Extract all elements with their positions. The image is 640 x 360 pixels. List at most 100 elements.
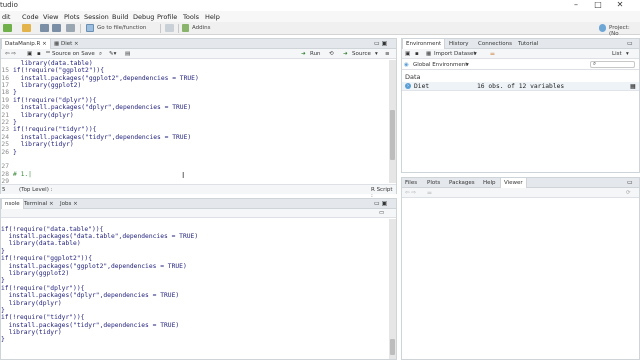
table-icon: ▦ xyxy=(426,51,432,57)
import-dataset-button[interactable]: Import Dataset xyxy=(434,51,476,57)
code-line[interactable]: library(dplyr) xyxy=(13,112,74,119)
clear-console-icon[interactable]: ▭ xyxy=(379,210,384,216)
menu-session[interactable]: Session xyxy=(84,13,109,21)
tab-tutorial[interactable]: Tutorial xyxy=(515,39,541,49)
show-in-window-icon[interactable]: ▣ xyxy=(27,51,32,57)
code-line[interactable]: } xyxy=(13,119,17,126)
save-icon[interactable] xyxy=(40,24,49,32)
tab-history[interactable]: History xyxy=(446,39,472,49)
menu-debug[interactable]: Debug xyxy=(133,13,154,21)
save-workspace-icon[interactable]: ▪ xyxy=(415,51,419,57)
refresh-icon[interactable]: ⟳ xyxy=(626,190,631,196)
tab-files[interactable]: Files xyxy=(402,178,420,188)
menu-help[interactable]: Help xyxy=(205,13,220,21)
open-folder-icon[interactable] xyxy=(22,24,31,32)
new-file-icon[interactable] xyxy=(3,24,12,32)
code-line[interactable]: install.packages("tidyr",dependencies = … xyxy=(13,134,192,141)
rerun-icon[interactable]: ⟲ xyxy=(329,51,334,57)
addins-icon[interactable] xyxy=(182,24,189,32)
save-file-icon[interactable]: ▪ xyxy=(37,51,41,57)
tab-datamanip[interactable]: DataManip.R × xyxy=(1,39,51,49)
run-button[interactable]: Run xyxy=(310,51,321,57)
console-scrollbar-thumb[interactable] xyxy=(390,339,395,355)
chevron-down-icon[interactable]: ▾ xyxy=(466,62,469,68)
code-tools-icon[interactable]: ✎▾ xyxy=(109,51,116,57)
source-on-save-checkbox[interactable] xyxy=(46,51,50,53)
chevron-down-icon[interactable]: ▾ xyxy=(375,51,378,57)
code-line[interactable]: install.packages("dplyr",dependencies = … xyxy=(13,104,192,111)
back-arrow-icon[interactable]: ⇦ ⇨ xyxy=(5,51,16,57)
menu-build[interactable]: Build xyxy=(112,13,128,21)
env-var-name[interactable]: Diet xyxy=(414,83,429,90)
save-all-icon[interactable] xyxy=(52,24,61,32)
menu-view[interactable]: View xyxy=(43,13,58,21)
tab-viewer[interactable]: Viewer xyxy=(500,178,527,188)
back-arrow-icon[interactable]: ⇦ ⇨ xyxy=(405,190,416,196)
close-button[interactable]: ✕ xyxy=(611,0,629,11)
tab-environment[interactable]: Environment xyxy=(402,39,446,49)
tab-help[interactable]: Help xyxy=(480,178,499,188)
environment-search-input[interactable] xyxy=(590,61,635,68)
view-table-icon[interactable]: ▦ xyxy=(630,83,636,90)
code-line[interactable]: library(tidyr) xyxy=(13,141,74,148)
source-button[interactable]: Source xyxy=(352,51,371,57)
menu-profile[interactable]: Profile xyxy=(157,13,177,21)
files-tabs: Files Plots Packages Help Viewer ▭ xyxy=(402,178,639,188)
scope-selector[interactable]: Global Environment xyxy=(413,62,467,68)
code-line[interactable]: if(!require("ggplot2")){ xyxy=(13,67,104,74)
source-on-save-label[interactable]: Source on Save xyxy=(52,51,95,57)
menu-plots[interactable]: Plots xyxy=(64,13,80,21)
tab-plots[interactable]: Plots xyxy=(424,178,443,188)
source-minimize-icon[interactable]: ▭ ▣ xyxy=(371,39,390,49)
code-line-current[interactable]: # 1.| xyxy=(13,171,32,178)
chevron-down-icon[interactable]: ▾ xyxy=(626,51,629,57)
scope-selector[interactable]: (Top Level) : xyxy=(19,187,52,193)
console-subbar: ▭ xyxy=(1,209,396,218)
console-scrollbar[interactable] xyxy=(389,219,396,359)
line-number: 15 xyxy=(1,67,9,74)
tab-terminal[interactable]: Terminal × xyxy=(21,199,57,209)
outline-icon[interactable]: ≡ xyxy=(385,51,390,57)
clear-viewer-icon[interactable]: ⚌ xyxy=(427,190,432,196)
tab-jobs[interactable]: Jobs × xyxy=(57,199,81,209)
console-minimize-icon[interactable]: ▭ ▣ xyxy=(371,199,390,209)
broom-icon[interactable]: ⚌ xyxy=(490,51,495,57)
workspace-panes-icon[interactable] xyxy=(165,24,174,32)
environment-minimize-icon[interactable]: ▭ xyxy=(624,39,636,49)
tab-diet[interactable]: ▦ Diet × xyxy=(51,39,82,49)
code-line[interactable]: install.packages("ggplot2",dependencies … xyxy=(13,75,199,82)
expand-icon[interactable]: › xyxy=(405,83,411,89)
code-line[interactable]: } xyxy=(13,149,17,156)
source-scrollbar-thumb[interactable] xyxy=(390,110,395,160)
menu-bar: dit Code View Plots Session Build Debug … xyxy=(0,11,640,22)
print-icon[interactable] xyxy=(66,24,75,32)
code-line[interactable]: library(ggplot2) xyxy=(13,82,82,89)
project-menu[interactable]: Project: (No xyxy=(609,25,640,37)
tab-connections[interactable]: Connections xyxy=(475,39,515,49)
code-line[interactable]: library(data.table) xyxy=(13,60,93,67)
chevron-down-icon[interactable]: ▾ xyxy=(474,51,477,57)
open-workspace-icon[interactable]: ▣ xyxy=(405,51,410,57)
files-minimize-icon[interactable]: ▭ xyxy=(624,178,636,188)
source-scrollbar[interactable] xyxy=(389,60,396,183)
list-view-selector[interactable]: List xyxy=(612,51,622,57)
search-icon[interactable]: ⌕ xyxy=(99,51,102,58)
menu-tools[interactable]: Tools xyxy=(183,13,199,21)
source-arrow-icon: ➜ xyxy=(343,51,348,57)
goto-file-input[interactable]: Go to file/function xyxy=(97,25,146,31)
minimize-button[interactable]: – xyxy=(567,0,585,11)
code-line[interactable]: } xyxy=(13,89,17,96)
menu-edit[interactable]: dit xyxy=(2,13,10,21)
code-line[interactable]: if(!require("tidyr")){ xyxy=(13,126,96,133)
console-line: library(ggplot2) xyxy=(1,270,70,277)
maximize-button[interactable]: □ xyxy=(589,0,607,11)
tab-packages[interactable]: Packages xyxy=(446,178,478,188)
addins-menu[interactable]: Addins xyxy=(192,25,211,31)
menu-code[interactable]: Code xyxy=(22,13,39,21)
env-row-diet[interactable]: › Diet 16 obs. of 12 variables ▦ xyxy=(402,82,639,91)
code-line[interactable]: if(!require("dplyr")){ xyxy=(13,97,96,104)
goto-file-icon[interactable] xyxy=(86,24,94,32)
console-line: } xyxy=(1,336,5,343)
viewer-toolbar: ⇦ ⇨ ⚌ ⟳ xyxy=(402,188,639,198)
compile-report-icon[interactable]: ▤ xyxy=(125,51,130,57)
